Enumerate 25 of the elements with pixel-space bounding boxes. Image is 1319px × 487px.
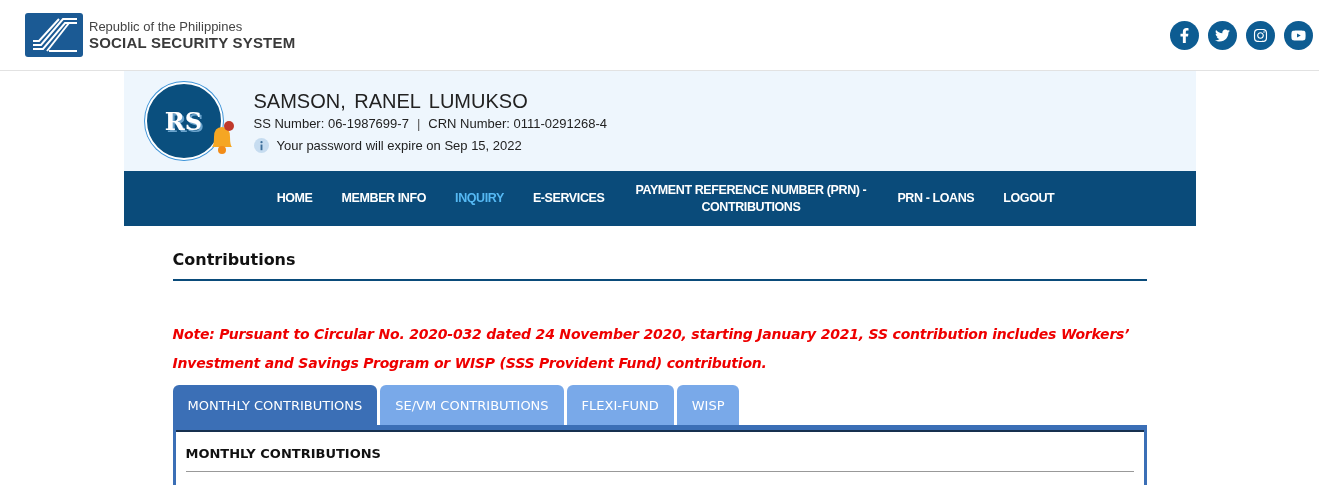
panel-title: MONTHLY CONTRIBUTIONS [185,446,1134,472]
avatar: RS [144,82,223,160]
separator: | [416,115,421,131]
instagram-icon[interactable] [1246,20,1275,50]
circular-note: Note: Pursuant to Circular No. 2020-032 dated 24 November 2020, starting January 2021, SS contribution includes Workers’ Investment and Savings Program or WISP (SSS Provident Fund) contribution. [172,325,1131,373]
logo-title: SOCIAL SECURITY SYSTEM [89,34,296,51]
nav-link[interactable]: LOGOUT [1003,190,1055,207]
nav-link[interactable]: PAYMENT REFERENCE NUMBER (PRN) - CONTRIBUTIONS [633,182,869,215]
logo-icon [25,13,83,57]
ss-number: SS Number: 06-1987699-7 [253,115,409,131]
page-title: Contributions [172,246,1147,281]
nav-link[interactable]: E-SERVICES [532,190,605,207]
facebook-icon[interactable] [1170,20,1199,50]
crn-number: CRN Number: 0111-0291268-4 [428,115,607,131]
nav-link[interactable]: INQUIRY [455,190,504,207]
nav-link[interactable]: MEMBER INFO [341,190,427,207]
password-notice: Your password will expire on Sep 15, 2022 [276,137,522,153]
nav-link[interactable]: PRN - LOANS [897,190,975,207]
youtube-icon[interactable] [1284,20,1313,50]
member-name: SAMSON, RANEL LUMUKSO [253,89,529,113]
tab[interactable]: MONTHLY CONTRIBUTIONS [172,385,378,425]
logo-subtitle: Republic of the Philippines [89,19,244,34]
twitter-icon[interactable] [1208,20,1237,50]
nav-link[interactable]: HOME [276,190,313,207]
info-icon [253,137,269,153]
